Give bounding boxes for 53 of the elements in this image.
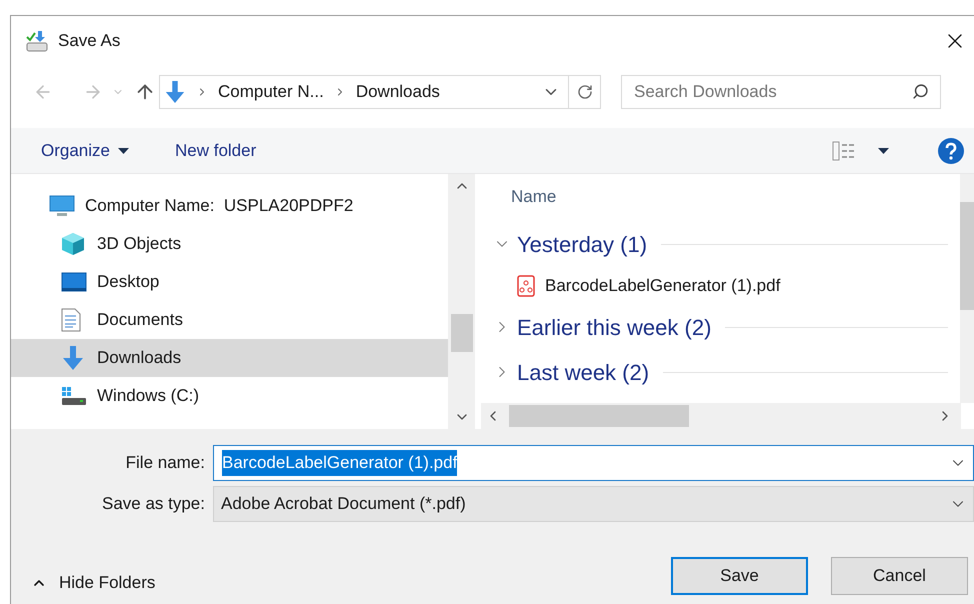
document-icon (61, 308, 81, 332)
group-header[interactable]: Earlier this week (2) (517, 310, 712, 344)
organize-menu[interactable]: Organize (41, 138, 129, 164)
window-title: Save As (58, 30, 120, 52)
group-header[interactable]: Last week (2) (517, 356, 650, 388)
cube-icon (61, 232, 85, 256)
breadcrumb[interactable]: Downloads (356, 79, 440, 105)
monitor-icon (49, 195, 75, 217)
download-arrow-icon (61, 345, 85, 371)
pdf-file-icon (517, 274, 535, 296)
vertical-scrollbar[interactable] (960, 174, 974, 403)
folder-tree-item[interactable]: Downloads (11, 339, 448, 377)
address-bar[interactable]: Computer N... Downloads (159, 75, 601, 109)
folder-label: Documents (97, 309, 183, 332)
scroll-thumb[interactable] (960, 202, 974, 310)
dialog-button[interactable]: Cancel (831, 556, 968, 595)
save-as-type-dropdown[interactable]: Adobe Acrobat Document (*.pdf) (213, 486, 974, 522)
refresh-icon[interactable] (576, 84, 592, 100)
field-label: File name: (124, 452, 205, 474)
file-name[interactable]: BarcodeLabelGenerator (1).pdf (545, 272, 780, 298)
folder-label: 3D Objects (97, 233, 182, 256)
folder-tree-item[interactable]: Desktop (11, 263, 448, 301)
search-icon (912, 83, 929, 100)
search-field[interactable]: Search Downloads (621, 75, 941, 109)
breadcrumb[interactable]: Computer N... (218, 79, 324, 105)
folder-tree-item[interactable]: 3D Objects (11, 225, 448, 263)
scroll-thumb[interactable] (509, 405, 689, 427)
folder-tree-item[interactable]: Documents (11, 301, 448, 339)
vertical-scrollbar[interactable] (448, 174, 475, 429)
download-arrow-icon (164, 80, 186, 104)
dropdown-value: Adobe Acrobat Document (*.pdf) (221, 493, 466, 516)
caret-icon (118, 148, 129, 154)
field-label: Save as type: (100, 493, 205, 516)
scroll-thumb[interactable] (450, 314, 472, 352)
group-header[interactable]: Yesterday (1) (517, 228, 648, 260)
folder-tree-item[interactable]: Windows (C:) (11, 377, 448, 415)
caret-icon[interactable] (878, 148, 889, 154)
hide-folders-button[interactable]: Hide Folders (31, 570, 156, 596)
folder-label: Downloads (97, 347, 182, 370)
folder-tree-item[interactable]: Computer Name: USPLA20PDPF2 (11, 187, 448, 225)
file-name-field[interactable]: BarcodeLabelGenerator (1).pdf (213, 445, 974, 481)
help-icon[interactable] (938, 138, 964, 164)
folder-label: Computer Name: USPLA20PDPF2 (85, 195, 354, 218)
file-name-value: BarcodeLabelGenerator (1).pdf (222, 450, 458, 476)
dialog-button[interactable]: Save (671, 556, 808, 595)
drive-icon (61, 386, 87, 406)
folder-label: Windows (C:) (97, 385, 200, 408)
folder-label: Desktop (97, 271, 160, 294)
desktop-icon (61, 272, 87, 292)
column-header[interactable]: Name (511, 184, 960, 210)
save-drive-icon (25, 29, 49, 53)
new-folder-button[interactable]: New folder (174, 138, 256, 164)
horizontal-scrollbar[interactable] (481, 403, 961, 429)
